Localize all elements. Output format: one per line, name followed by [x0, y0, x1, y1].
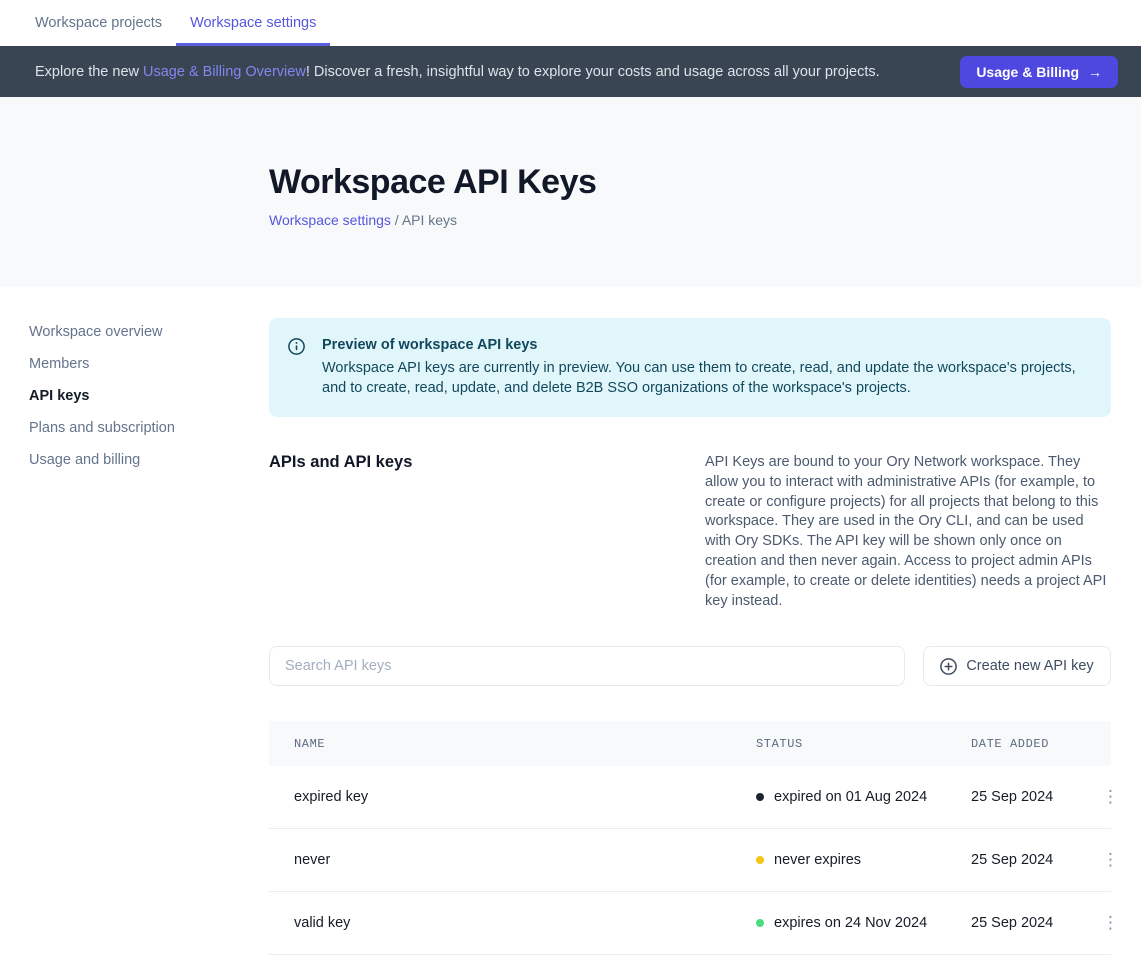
status-cell: never expires [756, 852, 971, 868]
table-row: expired key expired on 01 Aug 2024 25 Se… [269, 766, 1111, 829]
kebab-menu-icon[interactable]: ⋮ [1096, 848, 1125, 873]
status-dot [756, 856, 764, 864]
create-api-key-button-label: Create new API key [966, 658, 1093, 674]
tab-workspace-projects[interactable]: Workspace projects [21, 0, 176, 46]
column-header-date-added: DATE ADDED [971, 737, 1096, 751]
table-row: valid key expires on 24 Nov 2024 25 Sep … [269, 892, 1111, 955]
settings-sidebar: Workspace overview Members API keys Plan… [0, 287, 269, 955]
table-header: NAME STATUS DATE ADDED [269, 721, 1111, 766]
sidebar-item-api-keys[interactable]: API keys [29, 382, 269, 410]
sidebar-item-usage-and-billing[interactable]: Usage and billing [29, 446, 269, 474]
status-dot [756, 793, 764, 801]
table-row: never never expires 25 Sep 2024 ⋮ [269, 829, 1111, 892]
callout-content: Preview of workspace API keys Workspace … [322, 337, 1087, 398]
page-header: Workspace API Keys Workspace settings / … [0, 97, 1141, 287]
sidebar-item-workspace-overview[interactable]: Workspace overview [29, 318, 269, 346]
status-text: never expires [774, 852, 861, 868]
section-heading: APIs and API keys [269, 453, 705, 611]
main-panel: Preview of workspace API keys Workspace … [269, 287, 1111, 955]
section-description: API Keys are bound to your Ory Network w… [705, 453, 1111, 611]
breadcrumb-workspace-settings-link[interactable]: Workspace settings [269, 212, 391, 228]
sidebar-item-members[interactable]: Members [29, 350, 269, 378]
usage-billing-overview-link[interactable]: Usage & Billing Overview [143, 64, 306, 80]
tab-workspace-settings[interactable]: Workspace settings [176, 0, 330, 46]
content-area: Workspace overview Members API keys Plan… [0, 287, 1141, 955]
callout-body: Workspace API keys are currently in prev… [322, 359, 1087, 398]
status-dot [756, 919, 764, 927]
api-key-name: never [294, 852, 756, 868]
row-actions: ⋮ [1096, 785, 1141, 810]
top-nav: Workspace projects Workspace settings [0, 0, 1141, 46]
status-cell: expires on 24 Nov 2024 [756, 915, 971, 931]
kebab-menu-icon[interactable]: ⋮ [1096, 911, 1125, 936]
arrow-right-icon: → [1088, 64, 1102, 80]
usage-billing-button-label: Usage & Billing [976, 64, 1079, 80]
banner-text-before: Explore the new [35, 64, 143, 80]
date-added: 25 Sep 2024 [971, 852, 1096, 868]
preview-callout: Preview of workspace API keys Workspace … [269, 318, 1111, 417]
column-header-name: NAME [294, 737, 756, 751]
status-text: expired on 01 Aug 2024 [774, 789, 927, 805]
kebab-menu-icon[interactable]: ⋮ [1096, 785, 1125, 810]
info-icon [288, 338, 305, 398]
sidebar-item-plans-and-subscription[interactable]: Plans and subscription [29, 414, 269, 442]
api-key-name: valid key [294, 915, 756, 931]
banner-text: Explore the new Usage & Billing Overview… [35, 64, 960, 80]
column-header-status: STATUS [756, 737, 971, 751]
date-added: 25 Sep 2024 [971, 789, 1096, 805]
api-keys-toolbar: Create new API key [269, 646, 1111, 686]
api-keys-section: APIs and API keys API Keys are bound to … [269, 453, 1111, 611]
announcement-banner: Explore the new Usage & Billing Overview… [0, 46, 1141, 97]
status-cell: expired on 01 Aug 2024 [756, 789, 971, 805]
banner-text-after: ! Discover a fresh, insightful way to ex… [306, 64, 880, 80]
plus-circle-icon [940, 658, 957, 675]
create-api-key-button[interactable]: Create new API key [923, 646, 1111, 686]
row-actions: ⋮ [1096, 911, 1141, 936]
callout-title: Preview of workspace API keys [322, 337, 1087, 353]
page-title: Workspace API Keys [269, 163, 1141, 202]
date-added: 25 Sep 2024 [971, 915, 1096, 931]
status-text: expires on 24 Nov 2024 [774, 915, 927, 931]
breadcrumb-current: API keys [402, 212, 457, 228]
breadcrumb: Workspace settings / API keys [269, 212, 1141, 228]
api-keys-table: NAME STATUS DATE ADDED expired key expir… [269, 721, 1111, 955]
api-key-name: expired key [294, 789, 756, 805]
breadcrumb-separator: / [391, 212, 402, 228]
usage-billing-button[interactable]: Usage & Billing → [960, 56, 1118, 88]
row-actions: ⋮ [1096, 848, 1141, 873]
search-input[interactable] [269, 646, 905, 686]
